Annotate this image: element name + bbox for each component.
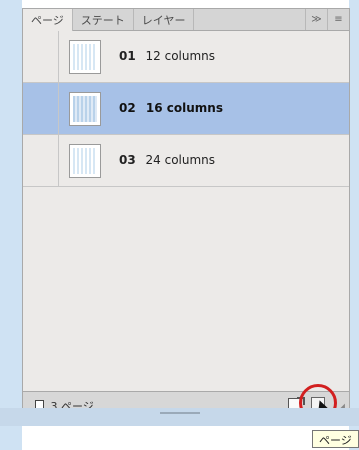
page-thumbnail xyxy=(69,144,101,178)
tooltip-text: ページ xyxy=(319,434,352,447)
panel-menu-icon[interactable]: ≡ xyxy=(327,9,349,30)
page-title: 16 columns xyxy=(145,101,223,115)
page-number: 01 xyxy=(119,49,136,63)
tab-layers-label: レイヤー xyxy=(141,13,186,27)
page-thumbnail xyxy=(69,92,101,126)
tabbar-spacer xyxy=(194,9,305,30)
pages-panel: ページ ステート レイヤー ≫ ≡ 01 12 columns 02 16 co… xyxy=(22,8,350,422)
tab-states[interactable]: ステート xyxy=(73,9,134,30)
pages-list: 01 12 columns 02 16 columns 03 24 column… xyxy=(23,31,349,391)
page-row-01[interactable]: 01 12 columns xyxy=(23,31,349,83)
page-row-02[interactable]: 02 16 columns xyxy=(23,83,349,135)
page-number: 02 xyxy=(119,101,136,115)
canvas-background-bottom xyxy=(0,408,359,426)
page-title: 12 columns xyxy=(145,49,216,63)
tab-states-label: ステート xyxy=(80,13,125,27)
canvas-background-right xyxy=(349,0,359,450)
page-number: 03 xyxy=(119,153,136,167)
collapse-icon[interactable]: ≫ xyxy=(305,9,327,30)
splitter-handle[interactable] xyxy=(160,412,200,414)
page-row-03[interactable]: 03 24 columns xyxy=(23,135,349,187)
row-gutter xyxy=(23,135,59,186)
tab-layers[interactable]: レイヤー xyxy=(134,9,195,30)
row-gutter xyxy=(23,31,59,82)
tab-pages-label: ページ xyxy=(31,14,64,27)
canvas-background-left xyxy=(0,0,22,450)
page-thumbnail xyxy=(69,40,101,74)
tooltip: ページ xyxy=(312,430,359,448)
page-title: 24 columns xyxy=(145,153,216,167)
tab-pages[interactable]: ページ xyxy=(23,9,73,32)
panel-tabbar: ページ ステート レイヤー ≫ ≡ xyxy=(23,9,349,32)
row-gutter xyxy=(23,83,59,134)
